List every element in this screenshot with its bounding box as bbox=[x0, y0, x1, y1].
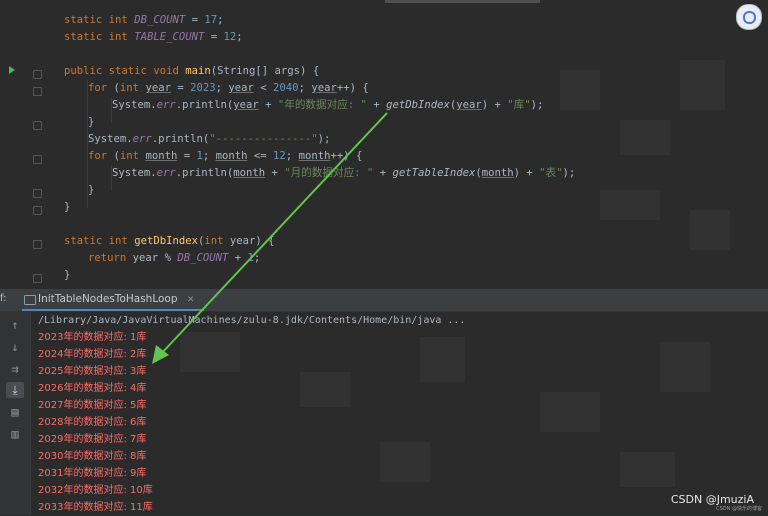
mosaic-block bbox=[560, 70, 600, 110]
code-line-close-brace: } bbox=[64, 201, 71, 213]
fold-icon[interactable] bbox=[33, 274, 42, 283]
close-icon[interactable]: ✕ bbox=[187, 295, 195, 305]
fold-icon[interactable] bbox=[33, 121, 42, 130]
code-line-for-year: for (int year = 2023; year < 2040; year+… bbox=[88, 82, 369, 94]
mosaic-block bbox=[420, 337, 465, 382]
code-line-close-brace: } bbox=[88, 184, 95, 196]
code-line-return: return year % DB_COUNT + 1; bbox=[88, 252, 261, 264]
console-output-line: 2023年的数据对应: 1库 bbox=[38, 332, 147, 343]
console-toolbar: ↑ ↓ ⇉ ⤓ ▤ ▥ bbox=[0, 312, 31, 515]
console-output-line: 2033年的数据对应: 11库 bbox=[38, 502, 153, 513]
console-output-line: 2029年的数据对应: 7库 bbox=[38, 434, 147, 445]
code-line-db-count: static int DB_COUNT = 17; bbox=[64, 14, 224, 26]
run-main-icon[interactable] bbox=[9, 66, 15, 74]
print-icon[interactable]: ▤ bbox=[6, 404, 24, 420]
tab-label: InitTableNodesToHashLoop bbox=[38, 293, 178, 305]
arrow-up-icon[interactable]: ↑ bbox=[6, 317, 24, 333]
console-output-line: 2026年的数据对应: 4库 bbox=[38, 383, 147, 394]
mosaic-block bbox=[380, 442, 430, 482]
code-line-get-db-index: static int getDbIndex(int year) { bbox=[64, 235, 275, 247]
console-output-line: 2024年的数据对应: 2库 bbox=[38, 349, 147, 360]
editor-gutter bbox=[0, 0, 44, 289]
code-line-table-count: static int TABLE_COUNT = 12; bbox=[64, 31, 243, 43]
code-editor[interactable]: static int DB_COUNT = 17; static int TAB… bbox=[0, 0, 768, 289]
console-command-line: /Library/Java/JavaVirtualMachines/zulu-8… bbox=[38, 315, 466, 326]
console-output-line: 2032年的数据对应: 10库 bbox=[38, 485, 153, 496]
mosaic-block bbox=[660, 342, 710, 392]
code-line-println-year: System.err.println(year + "年的数据对应: " + g… bbox=[112, 99, 544, 111]
soft-wrap-icon[interactable]: ⇉ bbox=[6, 361, 24, 377]
mosaic-block bbox=[600, 190, 660, 220]
console-output-line: 2031年的数据对应: 9库 bbox=[38, 468, 147, 479]
run-config-icon bbox=[24, 295, 36, 305]
mosaic-block bbox=[180, 332, 240, 372]
code-line-for-month: for (int month = 1; month <= 12; month++… bbox=[88, 150, 363, 162]
mosaic-block bbox=[690, 210, 730, 250]
fold-icon[interactable] bbox=[33, 240, 42, 249]
watermark-small: CSDN @快乐的博客 bbox=[716, 506, 762, 512]
mosaic-block bbox=[620, 120, 670, 155]
assistant-icon[interactable] bbox=[736, 4, 762, 30]
code-line-println-dash: System.err.println("---------------"); bbox=[88, 133, 331, 145]
code-line-close-brace: } bbox=[64, 269, 71, 281]
console-output-line: 2025年的数据对应: 3库 bbox=[38, 366, 147, 377]
fold-icon[interactable] bbox=[33, 155, 42, 164]
fold-icon[interactable] bbox=[33, 189, 42, 198]
arrow-down-icon[interactable]: ↓ bbox=[6, 339, 24, 355]
trash-icon[interactable]: ▥ bbox=[6, 426, 24, 442]
mosaic-block bbox=[620, 452, 675, 487]
tab-run-config[interactable]: InitTableNodesToHashLoop ✕ bbox=[22, 289, 205, 311]
code-line-close-brace: } bbox=[88, 116, 95, 128]
mosaic-block bbox=[540, 392, 600, 432]
code-line-println-month: System.err.println(month + "月的数据对应: " + … bbox=[112, 167, 576, 179]
console-output-line: 2027年的数据对应: 5库 bbox=[38, 400, 147, 411]
console-panel[interactable]: ↑ ↓ ⇉ ⤓ ▤ ▥ /Library/Java/JavaVirtualMac… bbox=[0, 312, 768, 515]
code-line-main: public static void main(String[] args) { bbox=[64, 65, 320, 77]
console-output-line: 2028年的数据对应: 6库 bbox=[38, 417, 147, 428]
console-output-line: 2030年的数据对应: 8库 bbox=[38, 451, 147, 462]
mosaic-block bbox=[300, 372, 350, 407]
fold-icon[interactable] bbox=[33, 87, 42, 96]
fold-icon[interactable] bbox=[33, 70, 42, 79]
run-tool-window-header: f: InitTableNodesToHashLoop ✕ bbox=[0, 289, 768, 312]
mosaic-block bbox=[680, 60, 725, 110]
tool-window-prefix: f: bbox=[0, 293, 7, 304]
fold-icon[interactable] bbox=[33, 206, 42, 215]
scroll-to-end-icon[interactable]: ⤓ bbox=[6, 382, 24, 398]
